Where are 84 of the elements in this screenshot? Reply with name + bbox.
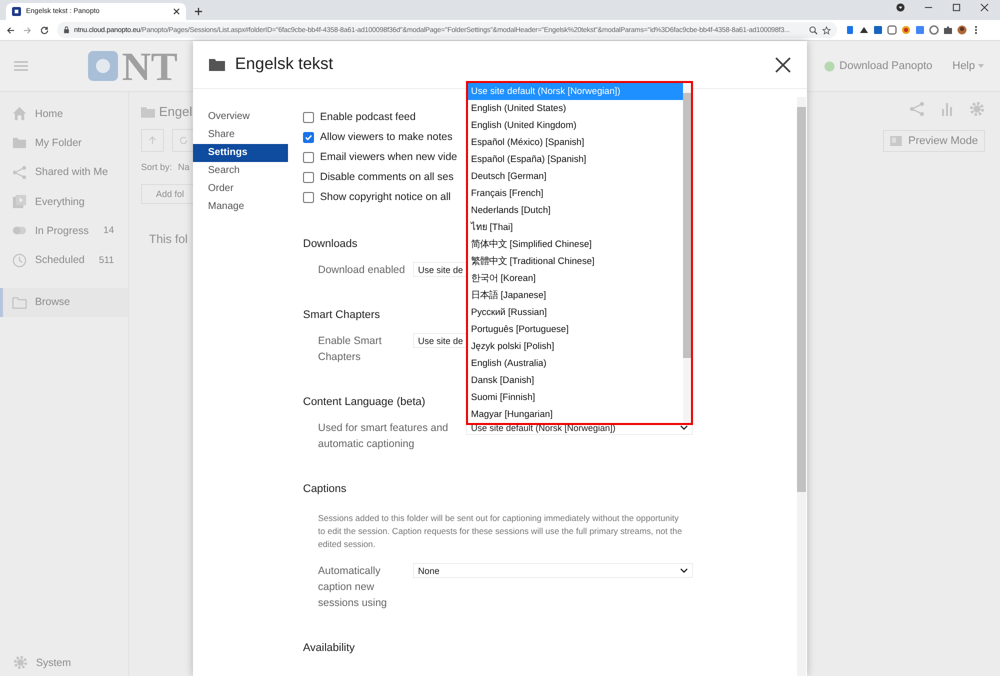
chevron-icon xyxy=(680,425,688,430)
nav-tab[interactable]: Share xyxy=(193,126,288,144)
nav-tab[interactable]: Overview xyxy=(193,108,288,126)
checkbox[interactable] xyxy=(303,192,314,202)
checkbox[interactable] xyxy=(303,132,314,142)
language-option[interactable]: Español (España) [Spanish] xyxy=(468,151,683,168)
puzzle-icon[interactable] xyxy=(943,25,953,35)
play-stack-icon xyxy=(12,194,27,210)
field-label: Enable Smart Chapters xyxy=(318,334,383,365)
avatar-icon[interactable] xyxy=(957,25,967,35)
close-icon[interactable] xyxy=(775,56,791,72)
language-option[interactable]: Português [Portuguese] xyxy=(468,321,683,338)
field-label: Automatically caption new sessions using xyxy=(318,564,388,611)
language-option[interactable]: Język polski [Polish] xyxy=(468,338,683,355)
language-option[interactable]: English (United Kingdom) xyxy=(468,117,683,134)
nav-tab[interactable]: Search xyxy=(193,162,288,180)
language-option[interactable]: Dansk [Danish] xyxy=(468,372,683,389)
empty-message: This fol xyxy=(149,232,189,246)
close-icon[interactable] xyxy=(980,2,989,12)
clock-icon xyxy=(12,252,27,268)
checkbox-label: Disable comments on all ses xyxy=(320,171,454,183)
scrollbar-thumb[interactable] xyxy=(683,93,691,358)
profile-icon[interactable] xyxy=(896,2,905,12)
language-option[interactable]: Nederlands [Dutch] xyxy=(468,202,683,219)
logo-text: NT xyxy=(122,42,178,90)
dialog-title: Engelsk tekst xyxy=(235,55,334,74)
language-option[interactable]: 简体中文 [Simplified Chinese] xyxy=(468,236,683,253)
language-option[interactable]: Español (México) [Spanish] xyxy=(468,134,683,151)
folder-icon xyxy=(12,294,27,310)
language-option[interactable]: Magyar [Hungarian] xyxy=(468,406,683,423)
checkbox-label: Show copyright notice on all xyxy=(320,191,451,203)
up-arrow-icon xyxy=(148,136,157,145)
language-dropdown-menu[interactable] xyxy=(466,81,693,425)
section-heading: Downloads xyxy=(303,238,358,250)
nav-tab[interactable]: Order xyxy=(193,180,288,198)
language-option[interactable]: 日本語 [Japanese] xyxy=(468,287,683,304)
nav-tab[interactable]: Manage xyxy=(193,198,288,216)
home-icon xyxy=(12,106,27,122)
zoom-icon[interactable] xyxy=(809,26,818,34)
language-option[interactable]: English (Australia) xyxy=(468,355,683,372)
checkbox[interactable] xyxy=(303,172,314,182)
language-option[interactable]: Русский [Russian] xyxy=(468,304,683,321)
section-heading: Availability xyxy=(303,642,355,654)
nav-tab[interactable]: Settings xyxy=(193,144,288,162)
new-tab-icon[interactable] xyxy=(194,7,203,16)
section-heading: Content Language (beta) xyxy=(303,396,426,408)
share-icon xyxy=(12,164,27,180)
reload-icon[interactable] xyxy=(40,26,49,34)
app-favicon-icon xyxy=(12,7,21,16)
close-icon[interactable] xyxy=(173,8,180,15)
folder-title: Engel xyxy=(159,104,192,119)
back-icon[interactable] xyxy=(6,26,15,34)
folder-star-icon xyxy=(12,135,27,150)
maximize-icon[interactable] xyxy=(952,2,961,12)
checkbox-label: Allow viewers to make notes xyxy=(320,131,452,143)
folder-icon xyxy=(209,58,225,71)
preview-icon xyxy=(890,136,902,146)
language-option[interactable]: ไทย [Thai] xyxy=(468,219,683,236)
chevron-icon xyxy=(680,568,688,573)
reload-icon xyxy=(179,136,188,145)
dropdown-field[interactable]: None xyxy=(413,563,693,578)
checkbox-label: Enable podcast feed xyxy=(320,111,416,123)
language-option[interactable]: Deutsch [German] xyxy=(468,168,683,185)
download-icon xyxy=(824,60,836,72)
folder-icon xyxy=(141,106,155,118)
checkbox-label: Email viewers when new vide xyxy=(320,151,458,163)
lock-icon xyxy=(63,26,70,34)
sort-label: Sort by: xyxy=(141,162,172,172)
language-option[interactable]: Suomi [Finnish] xyxy=(468,389,683,406)
language-option[interactable]: Français [French] xyxy=(468,185,683,202)
section-heading: Captions xyxy=(303,483,346,495)
language-option[interactable]: English (United States) xyxy=(468,100,683,117)
scrollbar-thumb[interactable] xyxy=(797,107,806,492)
field-label: Download enabled xyxy=(318,263,406,278)
checkbox[interactable] xyxy=(303,112,314,122)
field-label: Used for smart features and automatic captioning xyxy=(318,421,450,452)
section-description: Sessions added to this folder will be sent out for captioning immediately without the opportunity to edit the session. Caption requests for these sessions will use the full primary streams, not the edited session. xyxy=(318,512,683,551)
language-option[interactable]: 繁體中文 [Traditional Chinese] xyxy=(468,253,683,270)
checkbox[interactable] xyxy=(303,152,314,162)
star-icon[interactable] xyxy=(822,26,831,34)
caret-icon xyxy=(978,64,984,68)
language-option[interactable]: 한국어 [Korean] xyxy=(468,270,683,287)
logo-icon xyxy=(88,51,118,81)
section-heading: Smart Chapters xyxy=(303,309,380,321)
